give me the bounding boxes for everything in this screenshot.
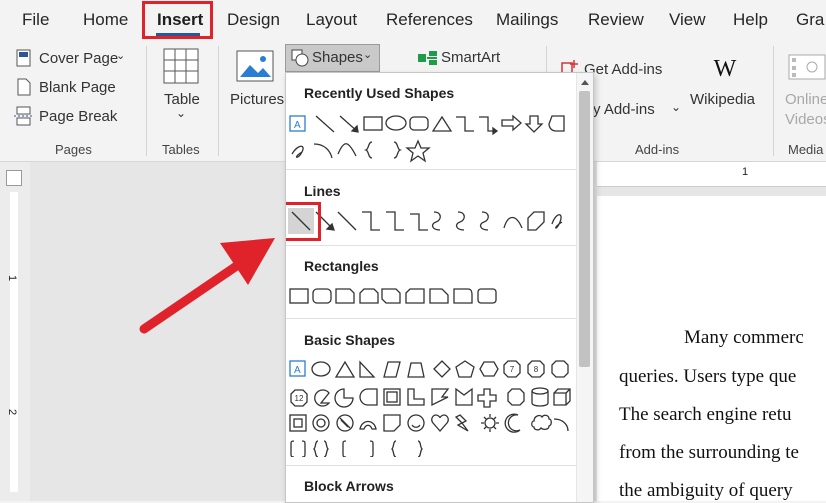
divider	[286, 318, 576, 319]
lines-row[interactable]	[286, 206, 576, 236]
shapes-label: Shapes	[312, 49, 363, 66]
page-break-button[interactable]: Page Break	[39, 108, 117, 125]
section-recently-used: Recently Used Shapes	[304, 85, 455, 101]
tab-view[interactable]: View	[669, 0, 706, 40]
divider	[286, 245, 576, 246]
blank-page-icon	[17, 78, 31, 96]
doc-line: queries. Users type que	[619, 366, 797, 387]
page-break-icon	[14, 106, 34, 126]
my-addins-button[interactable]: y Add-ins	[593, 101, 655, 118]
pictures-icon	[236, 50, 274, 82]
tab-help[interactable]: Help	[733, 0, 768, 40]
doc-line: Many commerc	[684, 327, 804, 348]
shapes-icon	[291, 49, 309, 67]
section-block-arrows: Block Arrows	[304, 478, 394, 494]
tab-home[interactable]: Home	[83, 0, 128, 40]
media-group-label: Media	[788, 142, 824, 157]
divider	[146, 46, 147, 156]
smartart-button[interactable]: SmartArt	[441, 49, 500, 66]
chevron-down-icon[interactable]: ⌄	[176, 106, 186, 120]
horizontal-ruler: 1	[597, 162, 826, 187]
recent-shapes-row[interactable]: A	[286, 111, 576, 139]
pictures-button[interactable]: Pictures	[230, 91, 284, 108]
chevron-down-icon[interactable]: ⌄	[671, 100, 681, 114]
ruler-number: 2	[6, 408, 19, 416]
tab-references[interactable]: References	[386, 0, 473, 40]
octagon-label: 8	[534, 365, 539, 374]
tab-grammarly[interactable]: Gra	[796, 0, 824, 40]
pages-group-label: Pages	[55, 142, 92, 157]
heptagon-label: 7	[510, 365, 515, 374]
smartart-icon	[418, 51, 437, 65]
ruler-number: 1	[6, 274, 19, 282]
tab-review[interactable]: Review	[588, 0, 644, 40]
doc-line: The search engine retu	[619, 404, 792, 425]
tab-file[interactable]: File	[22, 0, 49, 40]
tab-selector[interactable]	[6, 170, 22, 186]
insert-highlight-box	[142, 1, 213, 39]
doc-line: from the surrounding te	[619, 442, 799, 463]
section-lines: Lines	[304, 183, 341, 199]
section-basic-shapes: Basic Shapes	[304, 332, 396, 348]
tab-layout[interactable]: Layout	[306, 0, 357, 40]
ruler-number: 1	[742, 166, 749, 178]
rectangles-row[interactable]	[286, 285, 576, 309]
divider	[218, 46, 219, 156]
online-videos-label-2: Videos	[785, 111, 826, 128]
table-icon	[163, 48, 199, 84]
text-box-icon-label: A	[294, 365, 301, 376]
tab-mailings[interactable]: Mailings	[496, 0, 558, 40]
blank-page-button[interactable]: Blank Page	[39, 79, 116, 96]
text-box-icon-label: A	[294, 120, 301, 131]
wikipedia-button[interactable]: Wikipedia	[690, 91, 755, 108]
gallery-scrollbar[interactable]	[576, 73, 593, 502]
online-video-icon	[788, 54, 826, 80]
chevron-down-icon: ⌄	[363, 49, 373, 61]
online-videos-label[interactable]: Online	[785, 91, 826, 108]
dodecagon-label: 12	[295, 394, 304, 403]
get-addins-button[interactable]: Get Add-ins	[584, 61, 662, 78]
scrollbar-thumb[interactable]	[579, 91, 590, 367]
addins-group-label: Add-ins	[635, 142, 680, 157]
menu-bar: File Home Insert Design Layout Reference…	[0, 0, 826, 40]
chevron-down-icon[interactable]: ⌄	[116, 49, 125, 62]
tables-group-label: Tables	[162, 142, 200, 157]
divider	[286, 169, 576, 170]
divider	[286, 465, 576, 466]
tab-design[interactable]: Design	[227, 0, 280, 40]
svg-text:W: W	[714, 56, 737, 82]
shapes-gallery[interactable]: Recently Used Shapes A Lines Rectangles …	[285, 72, 594, 503]
recent-shapes-row[interactable]	[286, 136, 576, 164]
doc-line: the ambiguity of query	[619, 480, 793, 501]
line-shape-highlight-box	[286, 202, 321, 241]
basic-shapes-grid[interactable]: A 7 8 12	[286, 357, 576, 457]
vertical-ruler: 1 2	[0, 162, 30, 501]
annotation-arrow-icon	[139, 238, 275, 334]
section-rectangles: Rectangles	[304, 258, 379, 274]
divider	[773, 46, 774, 156]
cover-page-button[interactable]: Cover Page	[39, 50, 118, 67]
wikipedia-icon: W	[714, 56, 737, 82]
scroll-up-icon[interactable]	[580, 78, 590, 86]
cover-page-icon	[16, 49, 31, 67]
